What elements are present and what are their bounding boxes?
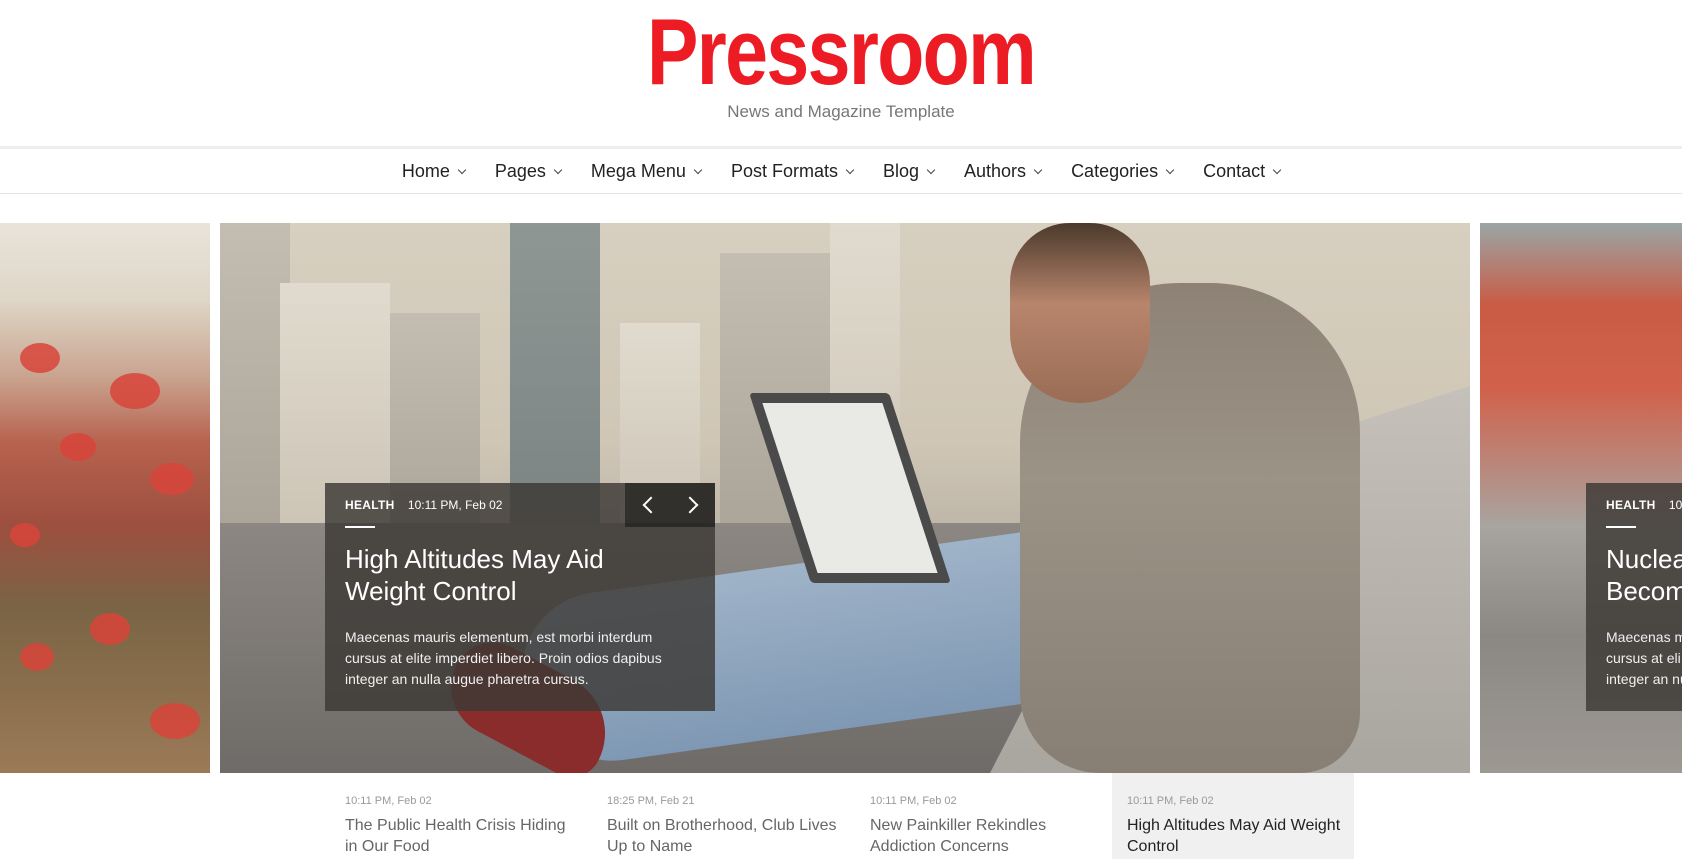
caption-divider	[1606, 526, 1636, 528]
site-logo[interactable]: Pressroom	[151, 2, 1530, 102]
poppy-decoration	[20, 643, 54, 671]
thumbnail-item[interactable]: 10:11 PM, Feb 02 The Public Health Crisi…	[330, 773, 572, 859]
caption-excerpt-line: Maecenas m	[1606, 629, 1682, 645]
poppy-decoration	[110, 373, 160, 409]
nav-item-label: Authors	[964, 160, 1027, 181]
chevron-down-icon	[1165, 165, 1175, 174]
nav-list: Home Pages Mega Menu Post Formats Blog A…	[0, 149, 1682, 193]
thumbnail-title[interactable]: High Altitudes May Aid Weight Control	[1127, 815, 1357, 857]
nav-item-label: Home	[401, 160, 450, 181]
caption-category[interactable]: HEALTH	[345, 498, 395, 512]
nav-item-label: Pages	[494, 160, 546, 181]
caption-title-line: High Altitudes May Aid	[345, 544, 604, 574]
slider-prev-button[interactable]	[625, 483, 670, 527]
chevron-down-icon	[926, 165, 936, 174]
slide-previous[interactable]	[0, 223, 210, 773]
thumbnail-title[interactable]: Built on Brotherhood, Club Lives Up to N…	[607, 815, 837, 857]
poppy-decoration	[20, 343, 60, 373]
nav-item-label: Categories	[1071, 160, 1159, 181]
person-head-decoration	[1010, 223, 1150, 403]
chevron-down-icon	[1033, 165, 1043, 174]
nav-item-authors[interactable]: Authors	[964, 160, 1043, 182]
caption-divider	[345, 526, 375, 528]
slide-caption: HEALTH 10:11 PM, Feb 02 High Altitudes M…	[325, 483, 715, 711]
caption-date: 10:1	[1668, 498, 1682, 512]
chevron-right-icon	[681, 496, 698, 514]
caption-title-line: Nuclea	[1606, 544, 1682, 574]
thumbnail-date: 18:25 PM, Feb 21	[607, 795, 695, 807]
thumbnail-date: 10:11 PM, Feb 02	[345, 795, 432, 807]
nav-item-categories[interactable]: Categories	[1071, 160, 1175, 182]
chevron-down-icon	[1272, 165, 1282, 174]
poppy-decoration	[60, 433, 96, 461]
thumbnail-item[interactable]: 10:11 PM, Feb 02 New Painkiller Rekindle…	[855, 773, 1097, 859]
chevron-down-icon	[693, 165, 703, 174]
nav-item-mega-menu[interactable]: Mega Menu	[590, 160, 703, 182]
nav-item-blog[interactable]: Blog	[882, 160, 936, 182]
caption-meta: HEALTH 10:1	[1606, 498, 1682, 512]
thumbnail-title[interactable]: The Public Health Crisis Hiding in Our F…	[345, 815, 575, 857]
chevron-down-icon	[553, 165, 563, 174]
nav-item-label: Mega Menu	[590, 160, 686, 181]
nav-item-post-formats[interactable]: Post Formats	[730, 160, 855, 182]
slider-controls	[625, 483, 715, 527]
thumbnail-date: 10:11 PM, Feb 02	[870, 795, 957, 807]
slider-thumbnails: 10:11 PM, Feb 02 The Public Health Crisi…	[330, 773, 1430, 859]
site-header: Pressroom News and Magazine Template	[0, 0, 1682, 146]
nav-item-label: Post Formats	[730, 160, 838, 181]
caption-title[interactable]: High Altitudes May Aid Weight Control	[345, 543, 675, 607]
caption-excerpt: Maecenas m cursus at eli integer an nu	[1606, 627, 1682, 690]
caption-title-line: Weight Control	[345, 576, 517, 606]
poppy-decoration	[90, 613, 130, 645]
thumbnail-title[interactable]: New Painkiller Rekindles Addiction Conce…	[870, 815, 1100, 857]
caption-excerpt-line: integer an nu	[1606, 671, 1682, 687]
caption-excerpt: Maecenas mauris elementum, est morbi int…	[345, 629, 662, 687]
thumbnail-item-active[interactable]: 10:11 PM, Feb 02 High Altitudes May Aid …	[1112, 773, 1354, 859]
nav-item-contact[interactable]: Contact	[1203, 160, 1282, 182]
caption-date: 10:11 PM, Feb 02	[407, 498, 503, 512]
slider-next-button[interactable]	[670, 483, 715, 527]
nav-item-label: Blog	[882, 160, 920, 181]
caption-category[interactable]: HEALTH	[1606, 498, 1656, 512]
caption-excerpt-line: cursus at eli	[1606, 650, 1681, 666]
nav-item-pages[interactable]: Pages	[494, 160, 563, 182]
nav-item-home[interactable]: Home	[401, 160, 467, 182]
thumbnail-date: 10:11 PM, Feb 02	[1127, 795, 1214, 807]
chevron-down-icon	[457, 165, 467, 174]
caption-title[interactable]: Nuclea Becom	[1606, 543, 1682, 607]
caption-title-line: Becom	[1606, 576, 1682, 606]
site-tagline: News and Magazine Template	[727, 102, 955, 121]
nav-item-label: Contact	[1203, 160, 1266, 181]
poppy-decoration	[150, 703, 200, 739]
poppy-decoration	[10, 523, 40, 547]
chevron-left-icon	[642, 496, 659, 514]
caption-meta: HEALTH 10:11 PM, Feb 02	[345, 498, 502, 512]
next-slide-caption: HEALTH 10:1 Nuclea Becom Maecenas m curs…	[1586, 483, 1682, 711]
chevron-down-icon	[845, 165, 855, 174]
poppy-decoration	[150, 463, 194, 495]
thumbnail-item[interactable]: 18:25 PM, Feb 21 Built on Brotherhood, C…	[592, 773, 837, 859]
featured-slider: HEALTH 10:11 PM, Feb 02 High Altitudes M…	[0, 223, 1682, 773]
main-nav: Home Pages Mega Menu Post Formats Blog A…	[0, 146, 1682, 194]
